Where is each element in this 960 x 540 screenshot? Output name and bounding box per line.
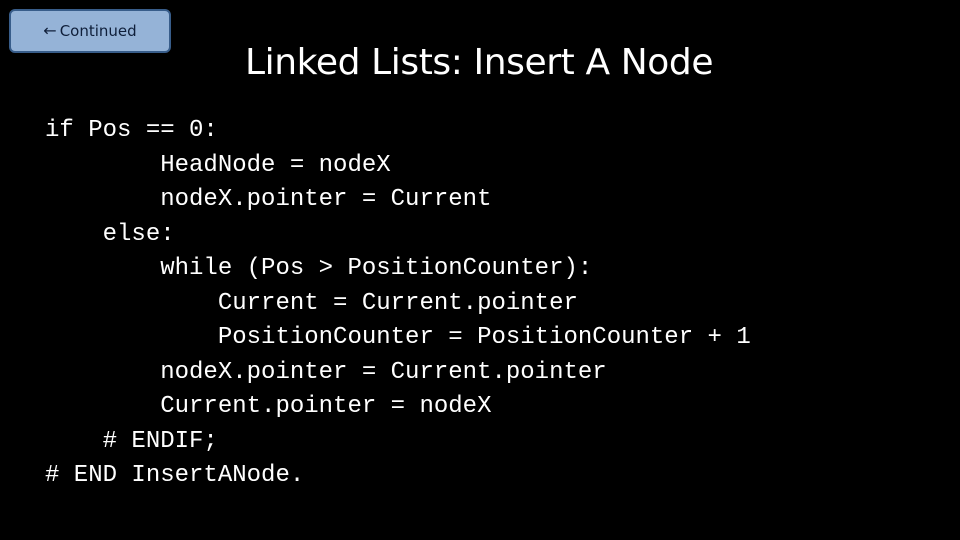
code-line: Current.pointer = nodeX bbox=[45, 393, 492, 420]
code-line: # ENDIF; bbox=[45, 427, 218, 455]
code-line: nodeX.pointer = Current.pointer bbox=[45, 358, 607, 386]
code-line: PositionCounter = PositionCounter + 1 bbox=[45, 324, 751, 351]
code-line: while (Pos > PositionCounter): bbox=[45, 255, 593, 282]
slide-title: Linked Lists: Insert A Node bbox=[245, 42, 714, 83]
continued-back-button[interactable]: ← Continued bbox=[9, 9, 171, 53]
code-block: if Pos == 0: HeadNode = nodeX nodeX.poin… bbox=[45, 114, 751, 494]
code-line: nodeX.pointer = Current bbox=[45, 186, 492, 213]
slide: ← Continued Linked Lists: Insert A Node … bbox=[0, 0, 960, 540]
code-line: # END InsertANode. bbox=[45, 462, 305, 489]
code-line: else: bbox=[45, 220, 175, 248]
code-line: if Pos == 0: bbox=[45, 117, 218, 144]
arrow-left-icon: ← bbox=[43, 21, 57, 40]
code-line: HeadNode = nodeX bbox=[45, 151, 391, 179]
code-line: Current = Current.pointer bbox=[45, 289, 578, 317]
continued-label: Continued bbox=[59, 22, 137, 40]
